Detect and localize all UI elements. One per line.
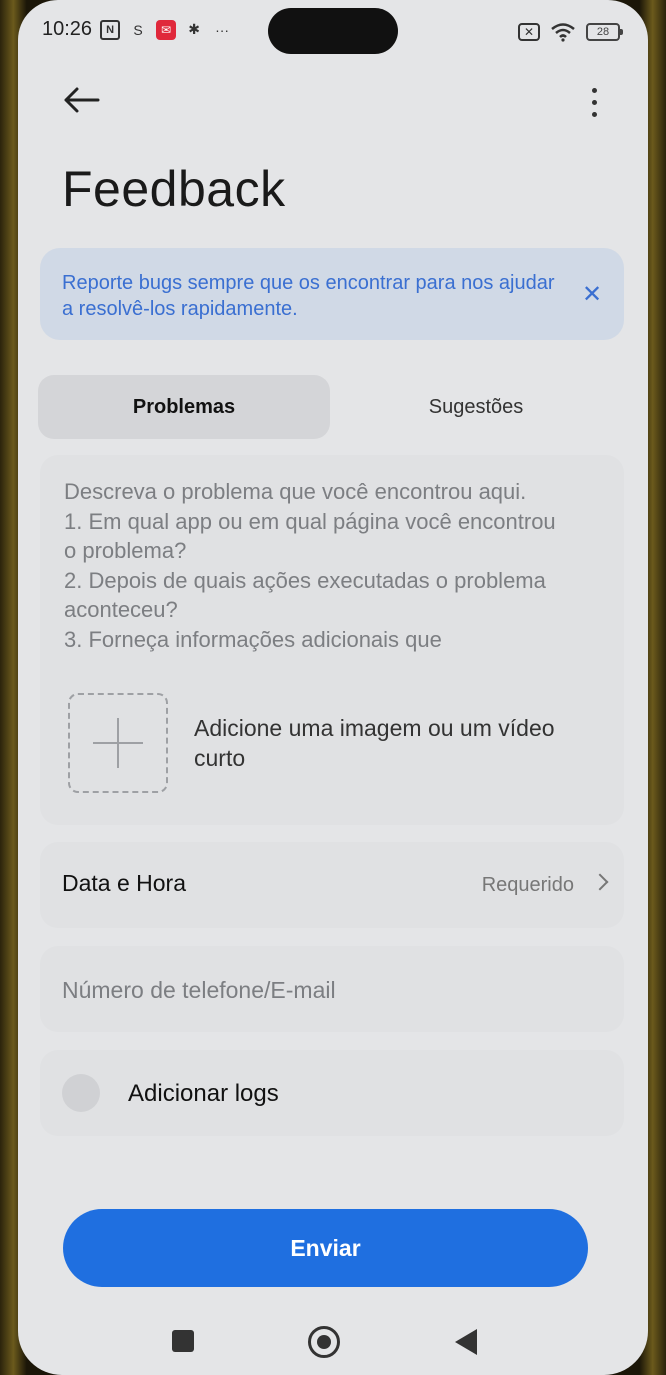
no-sim-icon: ✕ xyxy=(518,23,540,41)
arrow-left-icon xyxy=(64,87,100,113)
settings-gear-icon: ✱ xyxy=(188,21,200,37)
plus-icon xyxy=(93,718,143,768)
date-time-value: Requerido xyxy=(481,874,574,896)
more-notifications-icon: ··· xyxy=(215,21,230,38)
more-options-button[interactable] xyxy=(584,82,604,122)
add-media-button[interactable] xyxy=(68,693,168,793)
navigation-bar xyxy=(18,1310,648,1370)
status-left: 10:26 N S ✉ ✱ ··· xyxy=(42,18,232,41)
feedback-tabs: Problemas Sugestões xyxy=(38,375,622,439)
description-textarea[interactable]: Descreva o problema que você encontrou a… xyxy=(64,477,564,669)
screen: 10:26 N S ✉ ✱ ··· ✕ 28 Feedback Reporte … xyxy=(18,0,648,1375)
chevron-right-icon xyxy=(591,873,609,891)
mail-app-icon: ✉ xyxy=(156,19,177,40)
banner-text: Reporte bugs sempre que os encontrar par… xyxy=(62,272,555,320)
dot-icon xyxy=(591,99,597,105)
date-time-row[interactable]: Data e Hora Requerido xyxy=(40,842,624,928)
tab-problemas[interactable]: Problemas xyxy=(38,375,330,439)
info-banner: Reporte bugs sempre que os encontrar par… xyxy=(40,248,624,340)
camera-cutout xyxy=(268,8,398,54)
add-logs-checkbox[interactable] xyxy=(62,1074,100,1112)
nav-back-button[interactable] xyxy=(455,1329,477,1355)
add-logs-row[interactable]: Adicionar logs xyxy=(40,1050,624,1136)
home-button[interactable] xyxy=(308,1326,340,1358)
tab-sugestoes[interactable]: Sugestões xyxy=(330,375,622,439)
contact-input[interactable] xyxy=(62,972,602,1008)
description-card: Descreva o problema que você encontrou a… xyxy=(40,455,624,825)
page-title: Feedback xyxy=(62,161,286,217)
add-logs-label: Adicionar logs xyxy=(128,1080,279,1107)
wifi-icon xyxy=(551,23,575,42)
back-button[interactable] xyxy=(58,80,106,120)
close-icon: ✕ xyxy=(581,280,603,308)
dot-icon xyxy=(591,87,597,93)
recents-button[interactable] xyxy=(172,1330,194,1352)
status-time: 10:26 xyxy=(42,18,93,40)
home-icon xyxy=(317,1335,331,1349)
banner-close-button[interactable]: ✕ xyxy=(578,280,606,308)
status-bar: 10:26 N S ✉ ✱ ··· ✕ 28 xyxy=(18,8,648,54)
date-time-label: Data e Hora xyxy=(62,870,187,896)
contact-row xyxy=(40,946,624,1032)
status-right: ✕ 28 xyxy=(518,22,623,42)
battery-icon: 28 xyxy=(586,23,623,41)
nfc-icon: N xyxy=(100,19,121,40)
s-app-icon: S xyxy=(133,21,143,38)
submit-button[interactable]: Enviar xyxy=(63,1209,588,1287)
dot-icon xyxy=(591,111,597,117)
add-media-label: Adicione uma imagem ou um vídeo curto xyxy=(194,715,555,771)
